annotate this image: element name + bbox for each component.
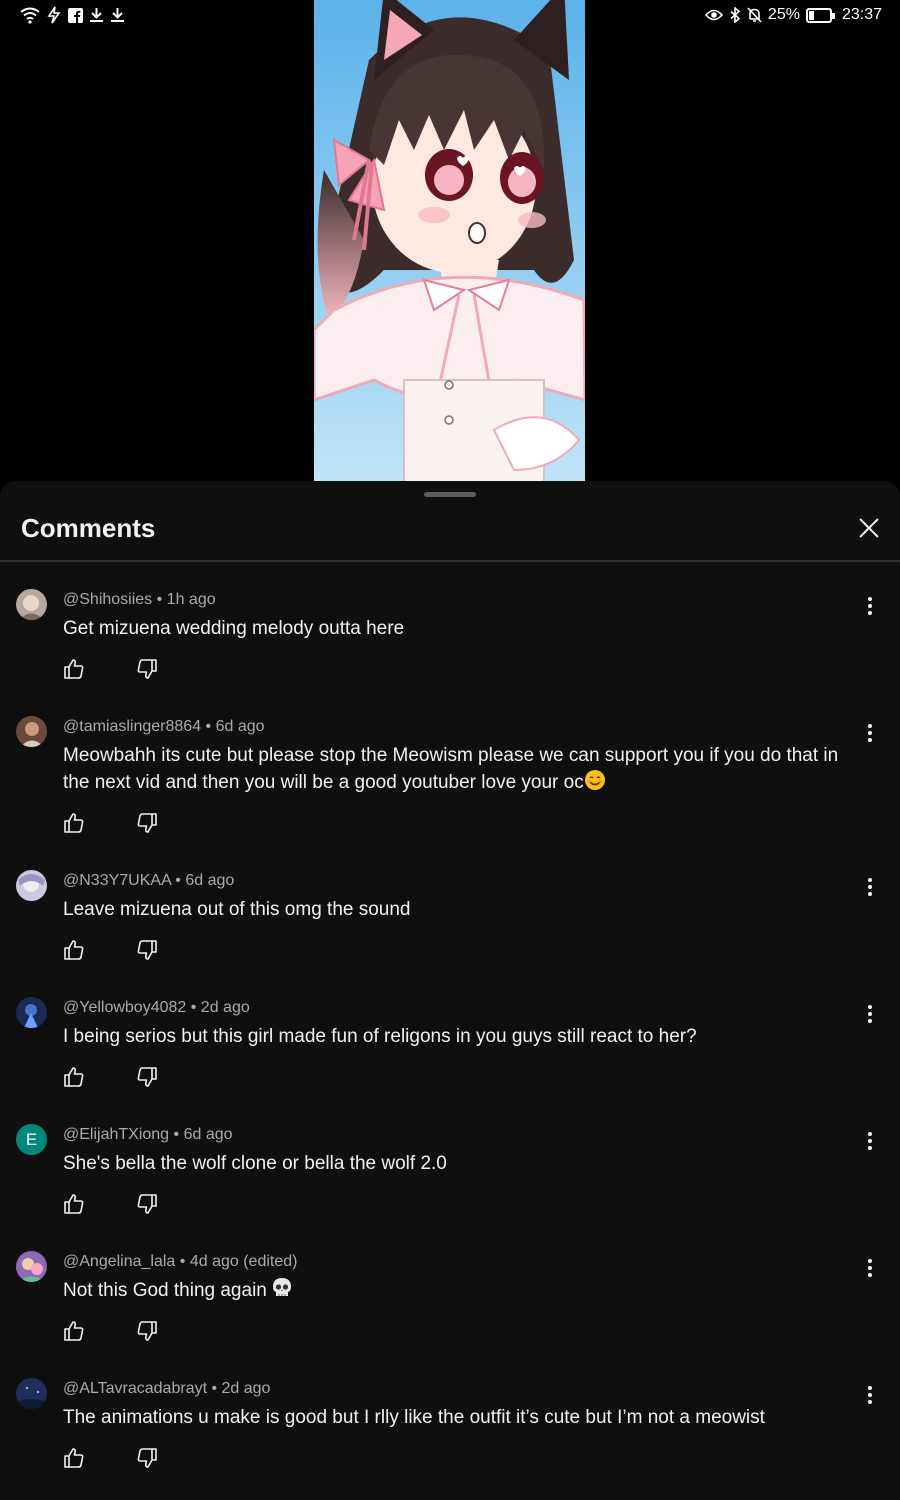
dislike-icon[interactable] — [135, 1446, 159, 1470]
comment-meta: @Shihosiies • 1h ago — [63, 591, 216, 608]
anime-character-image — [314, 0, 585, 482]
comment-age: 6d ago — [183, 1126, 233, 1143]
avatar[interactable] — [16, 1251, 47, 1282]
eye-icon — [704, 9, 723, 21]
like-icon[interactable] — [62, 657, 86, 681]
dislike-icon[interactable] — [135, 938, 159, 962]
dislike-icon[interactable] — [135, 811, 159, 835]
more-options-icon[interactable] — [867, 1259, 873, 1277]
avatar[interactable] — [16, 1378, 47, 1409]
download-icon — [90, 8, 103, 22]
comment-meta: @tamiaslinger8864 • 6d ago — [63, 718, 265, 735]
comment-meta: @ALTavracadabrayt • 2d ago — [63, 1380, 271, 1397]
dislike-icon[interactable] — [135, 1192, 159, 1216]
comment-text: I being serios but this girl made fun of… — [63, 1026, 697, 1047]
clock: 23:37 — [841, 6, 882, 23]
skull-emoji — [273, 1278, 292, 1296]
like-icon[interactable] — [62, 811, 86, 835]
comment-age: 2d ago — [200, 999, 250, 1016]
comment-age: 6d ago — [185, 872, 235, 889]
battery-level — [808, 10, 815, 20]
more-options-icon[interactable] — [867, 597, 873, 615]
comment-text: Leave mizuena out of this omg the sound — [63, 899, 411, 920]
status-icons-left — [20, 6, 125, 24]
avatar[interactable] — [16, 870, 47, 901]
comment-author[interactable]: @N33Y7UKAA — [63, 872, 171, 889]
comment-meta: @Angelina_lala • 4d ago (edited) — [63, 1253, 298, 1270]
comment-text: Get mizuena wedding melody outta here — [63, 618, 405, 639]
avatar[interactable] — [16, 997, 47, 1028]
comment-author[interactable]: @Shihosiies — [63, 591, 152, 608]
status-bar: 25% 23:37 — [0, 0, 900, 32]
battery-percent: 25% — [767, 6, 800, 23]
avatar[interactable]: E — [16, 1124, 47, 1155]
drag-handle[interactable] — [424, 492, 476, 497]
comments-sheet: Comments @Shihosiies • 1h ago Get mizuen… — [0, 481, 900, 1500]
comment-age: 6d ago — [215, 718, 265, 735]
comment-text: The animations u make is good but I rlly… — [63, 1407, 765, 1428]
comment-age: 1h ago — [166, 591, 216, 608]
more-options-icon[interactable] — [867, 1132, 873, 1150]
comment-meta: @ElijahTXiong • 6d ago — [63, 1126, 233, 1143]
wifi-icon — [20, 7, 40, 24]
smiling-face-emoji — [584, 770, 605, 790]
bluetooth-icon — [730, 7, 741, 23]
like-icon[interactable] — [62, 1192, 86, 1216]
flash-icon — [47, 6, 61, 24]
avatar[interactable] — [16, 716, 47, 747]
like-icon[interactable] — [62, 1446, 86, 1470]
facebook-icon — [68, 7, 83, 23]
more-options-icon[interactable] — [867, 1005, 873, 1023]
more-options-icon[interactable] — [867, 1386, 873, 1404]
divider — [0, 560, 900, 562]
battery-icon — [805, 7, 835, 23]
like-icon[interactable] — [62, 1319, 86, 1343]
dislike-icon[interactable] — [135, 1319, 159, 1343]
comment-author[interactable]: @tamiaslinger8864 — [63, 718, 201, 735]
comment-author[interactable]: @ALTavracadabrayt — [63, 1380, 207, 1397]
like-icon[interactable] — [62, 1065, 86, 1089]
avatar[interactable] — [16, 589, 47, 620]
video-player[interactable] — [0, 0, 900, 482]
bell-off-icon — [747, 7, 762, 23]
more-options-icon[interactable] — [867, 878, 873, 896]
video-thumbnail[interactable] — [314, 0, 585, 482]
download-icon — [111, 8, 124, 22]
comment-meta: @N33Y7UKAA • 6d ago — [63, 872, 235, 889]
sheet-title: Comments — [21, 513, 156, 543]
status-icons-right: 25% 23:37 — [704, 6, 882, 24]
comment-author[interactable]: @Yellowboy4082 — [63, 999, 186, 1016]
comment-author[interactable]: @Angelina_lala — [63, 1253, 175, 1270]
comment-author[interactable]: @ElijahTXiong — [63, 1126, 169, 1143]
comment-age: 4d ago (edited) — [189, 1253, 298, 1270]
comment-text: Not this God thing again — [63, 1277, 868, 1304]
dislike-icon[interactable] — [135, 657, 159, 681]
comment-meta: @Yellowboy4082 • 2d ago — [63, 999, 250, 1016]
comment-text: She's bella the wolf clone or bella the … — [63, 1153, 447, 1174]
more-options-icon[interactable] — [867, 724, 873, 742]
comment-text: Meowbahh its cute but please stop the Me… — [63, 745, 839, 793]
comment-age: 2d ago — [221, 1380, 271, 1397]
like-icon[interactable] — [62, 938, 86, 962]
dislike-icon[interactable] — [135, 1065, 159, 1089]
close-icon[interactable] — [858, 517, 880, 539]
